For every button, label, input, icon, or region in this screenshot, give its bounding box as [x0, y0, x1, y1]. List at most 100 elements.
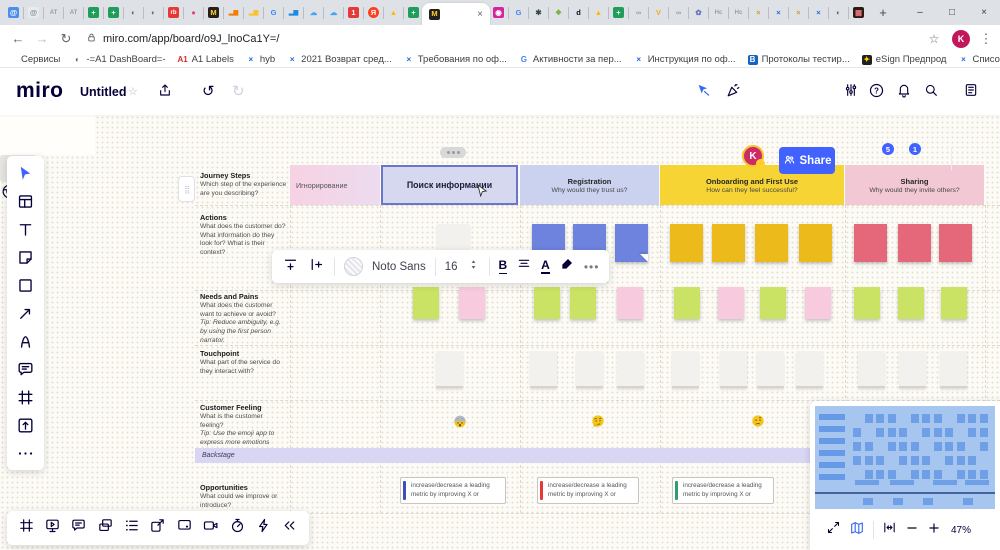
reload-icon[interactable]: ↻ [54, 31, 78, 47]
expand-icon[interactable] [826, 520, 841, 540]
sticky-placeholder[interactable] [672, 351, 699, 388]
add-row-icon[interactable] [282, 256, 299, 278]
pinned-tab-drive[interactable]: ▲ [590, 3, 607, 22]
pinned-tab-at-doc[interactable]: AT [65, 3, 82, 22]
sticky-note[interactable] [534, 287, 560, 319]
sticky-note[interactable] [674, 287, 700, 319]
notes-icon[interactable] [963, 82, 979, 103]
journey-column-2[interactable]: Поиск информации [381, 165, 518, 205]
miro-logo[interactable]: miro [16, 79, 64, 103]
pinned-tab-jira-gold[interactable]: × [750, 3, 767, 22]
board-title[interactable]: Untitled [80, 85, 127, 99]
board-settings-icon[interactable] [843, 82, 859, 103]
map-toggle-icon[interactable] [849, 520, 865, 541]
pinned-tab-chart-yellow[interactable]: ▂▆ [245, 3, 262, 22]
sticky-note[interactable] [615, 224, 648, 262]
frame-grip-handle[interactable]: ⣿ [178, 176, 195, 202]
timer-tool[interactable] [229, 517, 246, 539]
text-color-button[interactable]: A [541, 259, 550, 274]
celebration-icon[interactable] [725, 82, 742, 104]
sticky-note[interactable] [413, 287, 439, 319]
shape-tool[interactable] [13, 273, 39, 297]
templates-tool[interactable] [13, 189, 39, 213]
address-bar[interactable]: miro.com/app/board/o9J_lnoCa1Y=/ [86, 30, 922, 48]
pinned-tab-jira-blue[interactable]: × [810, 3, 827, 22]
sticky-note[interactable] [670, 224, 703, 262]
sticky-placeholder[interactable] [617, 351, 644, 388]
exploding-head-emoji[interactable] [452, 413, 468, 429]
pinned-tab-globe[interactable]: ◐ [830, 3, 847, 22]
sticky-note[interactable] [941, 287, 967, 319]
sticky-note[interactable] [898, 224, 931, 262]
pinned-tab-jira-gold[interactable]: × [790, 3, 807, 22]
minimap[interactable] [815, 406, 995, 509]
sticky-placeholder[interactable] [796, 351, 823, 388]
pinned-tab-google[interactable]: G [265, 3, 282, 22]
collapse-tool[interactable] [281, 517, 298, 539]
pinned-tab-dribbble[interactable]: ● [185, 3, 202, 22]
sticky-note[interactable] [799, 224, 832, 262]
bookmark-item[interactable]: BПротоколы тестир... [748, 54, 850, 65]
pinned-tab-cloud[interactable]: ☁ [325, 3, 342, 22]
sticky-placeholder[interactable] [720, 351, 747, 388]
pinned-tab-globe[interactable]: ◐ [145, 3, 162, 22]
help-icon[interactable]: ? [868, 82, 885, 104]
pinned-tab-at-doc[interactable]: AT [45, 3, 62, 22]
pinned-tab-dark-site[interactable]: ▦ [850, 3, 867, 22]
bookmark-item[interactable]: ×2021 Возврат сред... [287, 54, 392, 65]
redo-icon[interactable]: ↻ [232, 82, 245, 100]
upload-tool[interactable] [13, 413, 39, 437]
browser-profile-avatar[interactable]: K [952, 30, 970, 48]
zoom-in-icon[interactable] [927, 521, 941, 540]
energy-tool[interactable] [255, 517, 272, 539]
pinned-tab-v-service[interactable]: V [650, 3, 667, 22]
sticky-note[interactable] [760, 287, 786, 319]
more-tool[interactable] [13, 441, 39, 465]
sticky-note[interactable] [617, 287, 643, 319]
sticky-note[interactable] [459, 287, 485, 319]
bookmark-item[interactable]: GАктивности за пер... [519, 54, 622, 65]
screen-share-tool[interactable] [176, 517, 193, 539]
pinned-tab-hc-doc[interactable]: Hc [730, 3, 747, 22]
pinned-tab-sheets[interactable]: + [85, 3, 102, 22]
sticky-note[interactable] [805, 287, 831, 319]
sticky-note[interactable] [898, 287, 924, 319]
sticky-note-tool[interactable] [13, 245, 39, 269]
more-options-icon[interactable]: ••• [584, 260, 600, 274]
pinned-tab-yandex[interactable]: Я [365, 3, 382, 22]
pinned-tab-jira-blue[interactable]: × [770, 3, 787, 22]
font-size-stepper[interactable] [467, 258, 480, 276]
pinned-tab-mail[interactable]: @ [25, 3, 42, 22]
bookmark-star-icon[interactable]: ☆ [922, 32, 946, 46]
zoom-out-icon[interactable] [905, 521, 919, 540]
sticky-note[interactable] [755, 224, 788, 262]
pinned-tab-photos[interactable]: ✿ [690, 3, 707, 22]
journey-column-1[interactable]: Игнорирование [290, 165, 380, 205]
pinned-tab-sheets[interactable]: + [405, 3, 422, 22]
pinned-tab-d-black[interactable]: d [570, 3, 587, 22]
sticky-placeholder[interactable] [858, 351, 885, 388]
sticky-placeholder[interactable] [576, 351, 603, 388]
present-tool[interactable] [44, 517, 61, 539]
undo-icon[interactable]: ↺ [202, 82, 215, 100]
comment-tool[interactable] [13, 357, 39, 381]
thinking-emoji[interactable] [590, 413, 606, 429]
back-icon[interactable]: ← [6, 31, 30, 46]
pinned-tab-colors[interactable]: ❖ [550, 3, 567, 22]
fill-color-swatch[interactable] [344, 257, 363, 276]
font-size-value[interactable]: 16 [445, 261, 458, 273]
bookmark-item[interactable]: ×Список ошибок О... [958, 54, 1000, 65]
export-board-icon[interactable] [157, 82, 173, 103]
browser-menu-icon[interactable]: ⋮ [976, 31, 996, 47]
cards-tool[interactable] [97, 517, 114, 539]
sticky-placeholder[interactable] [436, 351, 463, 388]
add-column-icon[interactable] [308, 256, 325, 278]
font-family-select[interactable]: Noto Sans [372, 261, 426, 273]
arrow-tool[interactable] [13, 301, 39, 325]
pinned-tab-sheets[interactable]: + [105, 3, 122, 22]
opportunity-card[interactable]: increase/decrease a leading metric by im… [537, 477, 639, 504]
pinned-tab-chart-blue[interactable]: ▂▆ [285, 3, 302, 22]
favorite-star-icon[interactable]: ☆ [128, 85, 138, 98]
pinned-tab-glasses[interactable]: ∞ [670, 3, 687, 22]
highlighter-button[interactable] [559, 256, 575, 277]
